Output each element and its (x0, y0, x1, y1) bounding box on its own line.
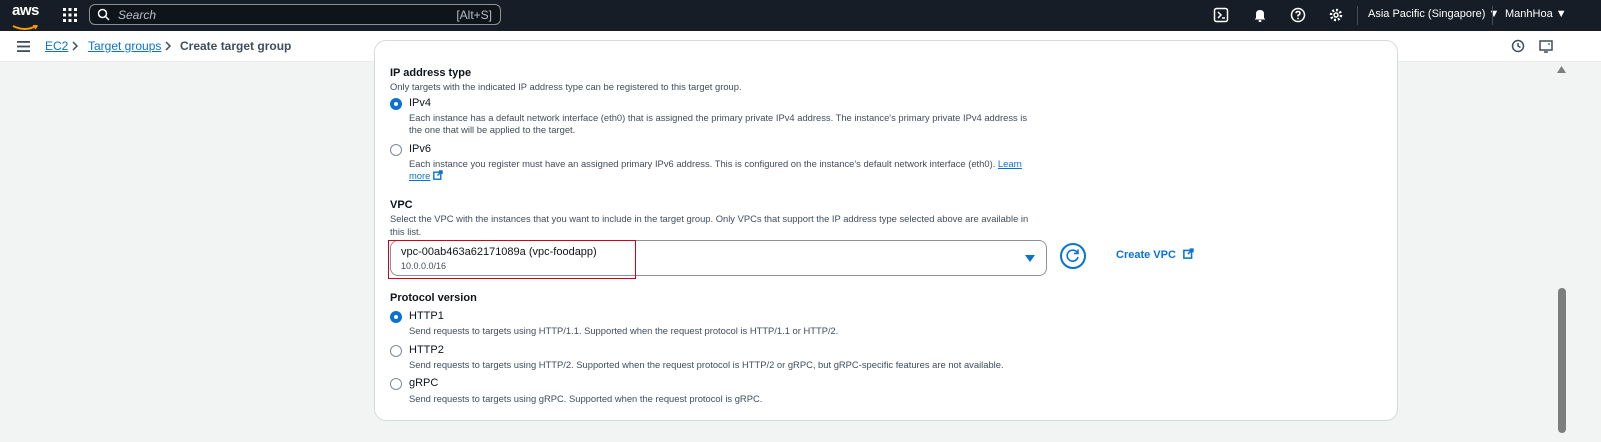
refresh-icon (1066, 249, 1079, 262)
region-selector[interactable]: Asia Pacific (Singapore) ▼ (1368, 8, 1499, 20)
apps-grid-icon[interactable] (62, 7, 78, 23)
cloudshell-icon[interactable] (1213, 7, 1229, 23)
ipv4-label[interactable]: IPv4 (409, 97, 431, 109)
panel-toggle-icon[interactable] (1539, 39, 1553, 53)
clock-history-icon[interactable] (1511, 39, 1525, 53)
topbar-divider (1357, 6, 1358, 25)
protocol-version-heading: Protocol version (390, 292, 477, 304)
search-icon (97, 8, 110, 21)
http2-label[interactable]: HTTP2 (409, 344, 444, 356)
learn-more-link-end[interactable]: more (409, 170, 430, 181)
scroll-up-arrow-icon[interactable] (1557, 66, 1566, 73)
learn-more-link-start[interactable]: Learn (998, 158, 1022, 169)
radio-grpc[interactable] (390, 378, 402, 390)
http1-description: Send requests to targets using HTTP/1.1.… (409, 325, 839, 336)
breadcrumb-current: Create target group (180, 39, 292, 53)
account-menu[interactable]: ManhHoa ▼ (1505, 8, 1567, 20)
ip-address-type-heading: IP address type (390, 67, 472, 79)
ipv4-description-line2: the one that will be applied to the targ… (409, 124, 576, 135)
radio-http2[interactable] (390, 345, 402, 357)
ipv6-label[interactable]: IPv6 (409, 143, 431, 155)
grpc-label[interactable]: gRPC (409, 377, 438, 389)
search-placeholder: Search (118, 8, 157, 22)
chevron-right-icon (165, 41, 172, 51)
caret-down-icon (1025, 255, 1035, 262)
ip-address-type-description: Only targets with the indicated IP addre… (390, 81, 742, 92)
vpc-heading: VPC (390, 199, 413, 211)
create-vpc-label: Create VPC (1116, 249, 1176, 261)
http1-label[interactable]: HTTP1 (409, 310, 444, 322)
topbar-divider (1492, 6, 1493, 25)
grpc-description: Send requests to targets using gRPC. Sup… (409, 393, 763, 404)
external-link-icon (433, 170, 443, 180)
breadcrumb-ec2[interactable]: EC2 (45, 39, 68, 53)
settings-gear-icon[interactable] (1328, 7, 1344, 23)
radio-http1[interactable] (390, 311, 402, 323)
ipv6-description: Each instance you register must have an … (409, 157, 1022, 170)
help-icon[interactable] (1290, 7, 1306, 23)
aws-logo-text: aws (12, 2, 39, 19)
http2-description: Send requests to targets using HTTP/2. S… (409, 359, 1004, 370)
learn-more-link[interactable]: more (409, 169, 443, 182)
breadcrumb-target-groups[interactable]: Target groups (88, 39, 161, 53)
notifications-bell-icon[interactable] (1252, 7, 1268, 23)
ipv6-description-text: Each instance you register must have an … (409, 158, 996, 169)
aws-logo[interactable]: aws (12, 2, 42, 30)
highlight-annotation-box (388, 240, 636, 279)
refresh-vpc-button[interactable] (1060, 243, 1086, 269)
search-input[interactable]: Search [Alt+S] (89, 4, 501, 25)
vpc-description-line2: this list. (390, 226, 422, 237)
search-shortcut: [Alt+S] (456, 8, 492, 22)
radio-ipv6[interactable] (390, 144, 402, 156)
top-navigation-bar: aws Search [Alt+S] Asia Pacific (Singapo… (0, 0, 1601, 31)
radio-ipv4[interactable] (390, 98, 402, 110)
chevron-right-icon (72, 41, 79, 51)
external-link-icon (1183, 248, 1194, 259)
menu-hamburger-icon[interactable] (17, 41, 30, 52)
vpc-description-line1: Select the VPC with the instances that y… (390, 213, 1029, 224)
create-vpc-link[interactable]: Create VPC (1116, 248, 1194, 261)
scrollbar-thumb[interactable] (1558, 288, 1566, 433)
